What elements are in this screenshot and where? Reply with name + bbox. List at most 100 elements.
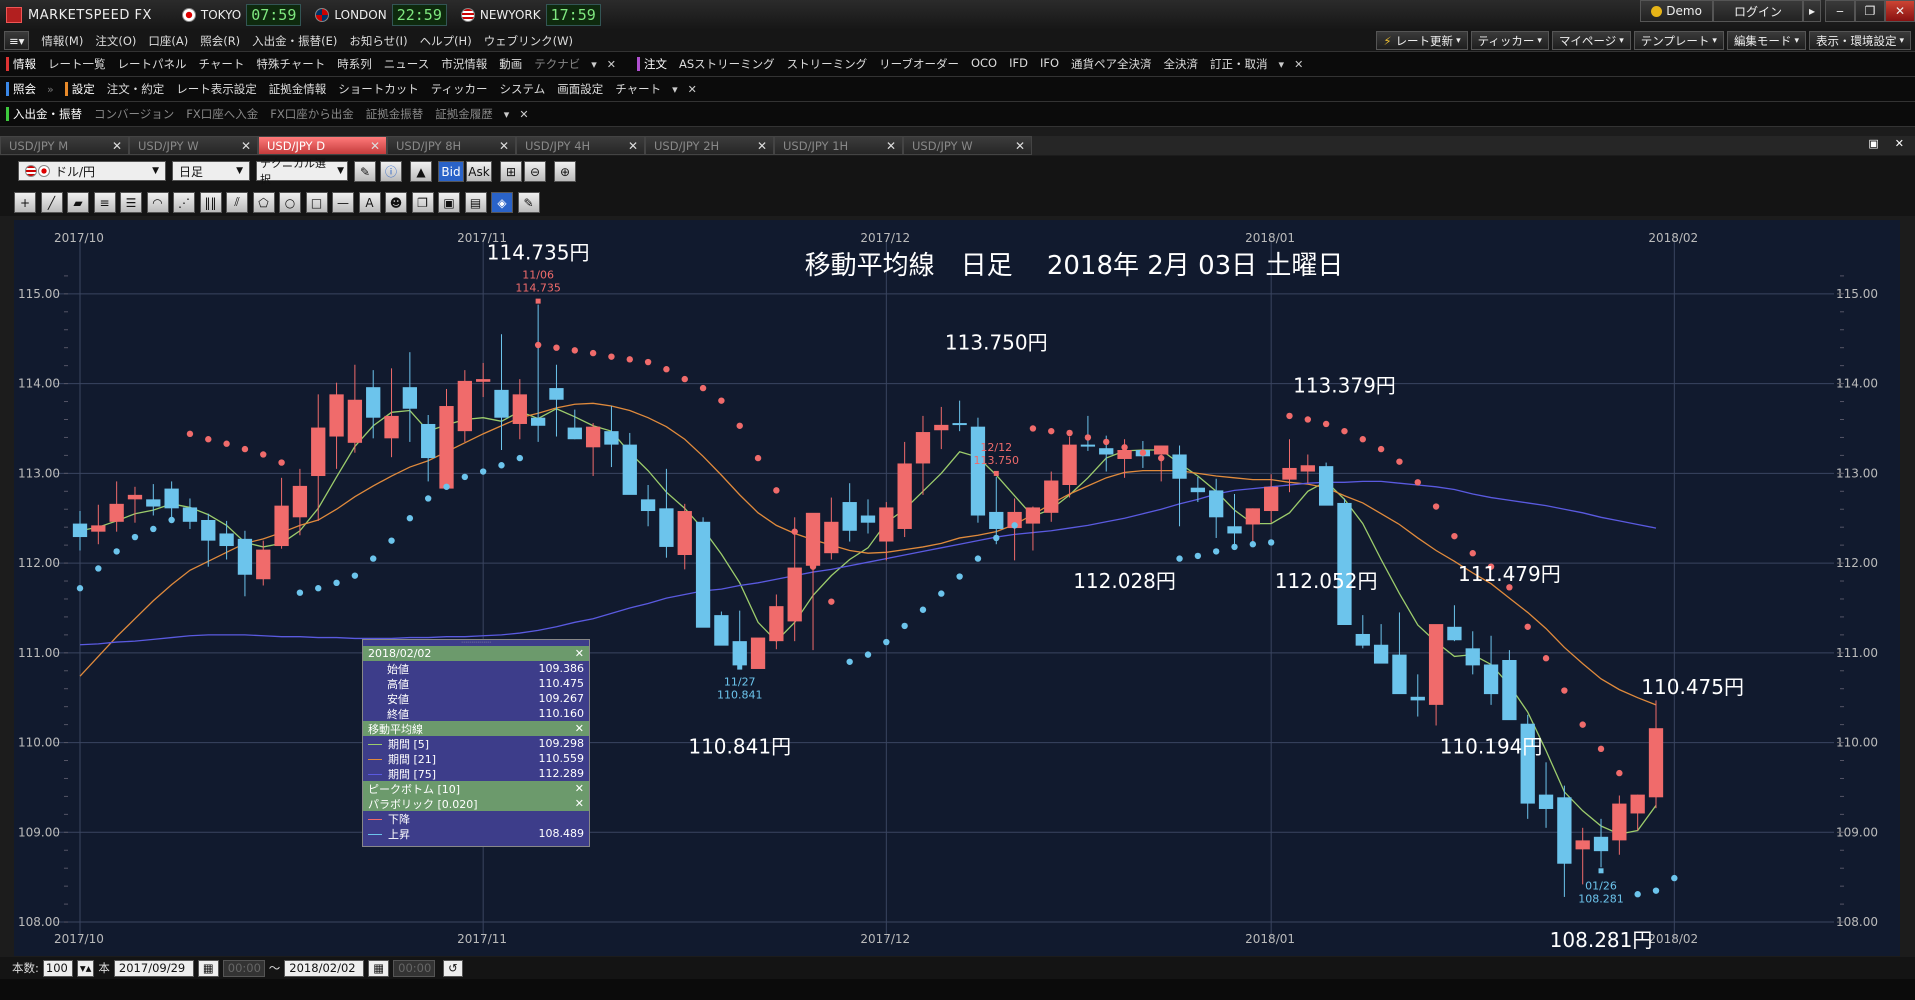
- close-icon[interactable]: ✕: [575, 647, 584, 660]
- from-date-input[interactable]: 2017/09/29: [113, 959, 194, 977]
- fan-icon[interactable]: ⋰: [173, 192, 195, 213]
- info-icon[interactable]: ⓘ: [380, 161, 402, 182]
- from-time-input[interactable]: 00:00: [222, 959, 265, 977]
- toolbar-item[interactable]: レート表示設定: [170, 81, 263, 97]
- menu-right-button[interactable]: 編集モード ▾: [1726, 31, 1806, 50]
- close-window-icon[interactable]: ✕: [1890, 137, 1909, 150]
- text-icon[interactable]: A: [358, 192, 381, 213]
- tab-usd-jpy-w[interactable]: USD/JPY W ✕: [903, 136, 1032, 155]
- close-tab-icon[interactable]: ✕: [628, 139, 638, 153]
- layer-icon[interactable]: ▤: [464, 192, 487, 213]
- circle-icon[interactable]: ○: [279, 192, 301, 213]
- expand-icon[interactable]: »: [42, 83, 59, 96]
- tab-usd-jpy-2h[interactable]: USD/JPY 2H ✕: [645, 136, 774, 155]
- chart-area[interactable]: 115.00 115.00 114.00 114.00 113.00 113.00 112.…: [14, 220, 1900, 956]
- dropdown-icon[interactable]: ▾: [1274, 58, 1290, 71]
- login-button[interactable]: ログイン: [1712, 0, 1803, 22]
- toolbar-item[interactable]: 動画: [493, 56, 528, 72]
- toolbar-item[interactable]: 注文・約定: [101, 81, 171, 97]
- toolbar-item[interactable]: 証拠金情報: [263, 81, 333, 97]
- hlines-icon[interactable]: ≡: [93, 192, 116, 213]
- menu-right-button[interactable]: マイページ ▾: [1551, 31, 1631, 50]
- to-date-input[interactable]: 2018/02/02: [284, 959, 365, 977]
- toolbar-item[interactable]: 時系列: [331, 56, 378, 72]
- count-input[interactable]: 100: [42, 959, 73, 977]
- toolbar-item[interactable]: チャート: [609, 81, 667, 97]
- toolbar-item[interactable]: レートパネル: [112, 56, 193, 72]
- toolbar-item[interactable]: IFO: [1034, 56, 1065, 72]
- technical-select[interactable]: テクニカル選択 ▼: [256, 157, 348, 186]
- toolbar-item[interactable]: 通貨ペア全決済: [1065, 56, 1158, 72]
- zoom-out-icon[interactable]: ⊖: [524, 161, 546, 182]
- tab-usd-jpy-1h[interactable]: USD/JPY 1H ✕: [774, 136, 903, 155]
- trendline-icon[interactable]: ╱: [40, 192, 63, 213]
- dropdown-icon[interactable]: ▾: [586, 58, 602, 71]
- arc-icon[interactable]: ◠: [146, 192, 169, 213]
- close-tab-icon[interactable]: ✕: [886, 139, 896, 153]
- eraser-icon[interactable]: ▰: [67, 192, 89, 213]
- toolbar-item[interactable]: FX口座から出金: [264, 106, 360, 122]
- menu-item[interactable]: 情報(M): [35, 33, 89, 49]
- menu-item[interactable]: お知らせ(I): [343, 33, 413, 49]
- toolbar-item[interactable]: 証拠金振替: [360, 106, 430, 122]
- toolbar-item[interactable]: OCO: [965, 56, 1003, 72]
- toolbar-item[interactable]: FX口座へ入金: [180, 106, 264, 122]
- close-tab-icon[interactable]: ✕: [370, 139, 380, 153]
- toolbar-item[interactable]: コンバージョン: [88, 106, 180, 122]
- rectangle-icon[interactable]: □: [305, 192, 328, 213]
- close-tab-icon[interactable]: ✕: [112, 139, 122, 153]
- pen-icon[interactable]: ✎: [354, 161, 376, 182]
- tab-usd-jpy-w[interactable]: USD/JPY W ✕: [129, 136, 258, 155]
- candlestick-chart[interactable]: 115.00 115.00114.00 114.00113.00 113.00112.…: [14, 220, 1900, 956]
- toolbar-item[interactable]: テクナビ: [528, 56, 586, 72]
- close-tab-icon[interactable]: ✕: [499, 139, 509, 153]
- menu-right-button[interactable]: 表示・環境設定 ▾: [1808, 31, 1911, 50]
- draw-mode-icon[interactable]: ✎: [517, 192, 540, 213]
- menu-item[interactable]: 注文(O): [89, 33, 142, 49]
- pentagon-icon[interactable]: ⬠: [252, 192, 275, 213]
- calendar-icon[interactable]: ▦: [197, 959, 219, 977]
- magnet-icon[interactable]: ◈: [491, 192, 513, 213]
- toolbar-item[interactable]: 市況情報: [435, 56, 493, 72]
- menu-right-button[interactable]: ティッカー ▾: [1470, 31, 1549, 50]
- close-button[interactable]: ✕: [1885, 0, 1915, 22]
- ask-button[interactable]: Ask: [466, 161, 492, 182]
- count-stepper[interactable]: ▾▴: [76, 959, 95, 977]
- dropdown-icon[interactable]: ▾: [667, 83, 683, 96]
- close-tab-icon[interactable]: ✕: [1015, 139, 1025, 153]
- hlines2-icon[interactable]: ☰: [120, 192, 142, 213]
- close-icon[interactable]: ✕: [575, 782, 584, 795]
- toolbar-item[interactable]: リーブオーダー: [873, 56, 965, 72]
- close-group-icon[interactable]: ✕: [1289, 58, 1308, 71]
- close-tab-icon[interactable]: ✕: [757, 139, 767, 153]
- close-group-icon[interactable]: ✕: [514, 108, 533, 121]
- toolbar-item[interactable]: システム: [494, 81, 552, 97]
- tab-usd-jpy-d[interactable]: USD/JPY D ✕: [258, 136, 387, 155]
- toolbar-item[interactable]: IFD: [1003, 56, 1034, 72]
- hline-icon[interactable]: —: [332, 192, 354, 213]
- dropdown-icon[interactable]: ▾: [499, 108, 515, 121]
- system-menu-icon[interactable]: ≡▾: [4, 31, 30, 50]
- vlines-icon[interactable]: ‖‖: [199, 192, 222, 213]
- paste-icon[interactable]: ▣: [438, 192, 460, 213]
- menu-right-button[interactable]: テンプレート ▾: [1633, 31, 1724, 50]
- close-tab-icon[interactable]: ✕: [241, 139, 251, 153]
- demo-button[interactable]: Demo: [1640, 0, 1713, 22]
- to-time-input[interactable]: 00:00: [393, 959, 436, 977]
- menu-right-button[interactable]: ⚡ レート更新 ▾: [1376, 31, 1468, 50]
- bid-button[interactable]: Bid: [438, 161, 464, 182]
- menu-item[interactable]: ウェブリンク(W): [478, 33, 579, 49]
- toolbar-item[interactable]: ASストリーミング: [673, 56, 781, 72]
- close-icon[interactable]: ✕: [575, 722, 584, 735]
- toolbar-item[interactable]: ニュース: [378, 56, 435, 72]
- menu-item[interactable]: 口座(A): [142, 33, 194, 49]
- currency-pair-select[interactable]: ドル/円 ▼: [18, 161, 166, 181]
- close-icon[interactable]: ✕: [575, 797, 584, 810]
- maximize-button[interactable]: ❐: [1855, 0, 1885, 22]
- login-arrow-button[interactable]: ▸: [1802, 0, 1821, 22]
- toolbar-item[interactable]: 全決済: [1158, 56, 1205, 72]
- close-group-icon[interactable]: ✕: [602, 58, 621, 71]
- menu-item[interactable]: 入出金・振替(E): [246, 33, 343, 49]
- menu-item[interactable]: 照会(R): [194, 33, 246, 49]
- copy-icon[interactable]: ❐: [411, 192, 434, 213]
